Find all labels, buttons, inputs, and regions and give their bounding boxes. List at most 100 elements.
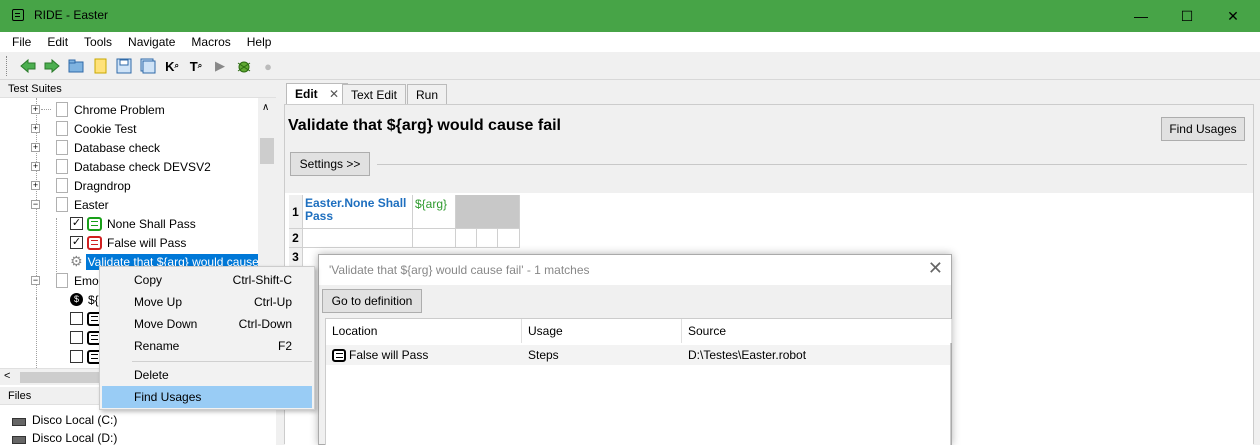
test-checkbox[interactable] <box>70 312 83 325</box>
result-source: D:\Testes\Easter.robot <box>688 348 807 362</box>
tab-edit[interactable]: Edit ✕ <box>286 83 349 105</box>
menu-macros[interactable]: Macros <box>183 32 238 52</box>
context-item-rename[interactable]: Rename F2 <box>102 335 312 357</box>
test-icon <box>332 348 346 362</box>
tree-node[interactable]: − Emo <box>31 271 99 290</box>
grid-cell[interactable] <box>477 229 498 248</box>
grid-cell-argument[interactable]: ${arg} <box>413 195 456 229</box>
menu-item-label: Copy <box>134 273 163 287</box>
file-icon <box>56 273 68 288</box>
tree-node-label: Database check DEVSV2 <box>74 159 211 174</box>
forward-arrow-icon[interactable] <box>44 58 60 74</box>
menu-bar: File Edit Tools Navigate Macros Help <box>0 32 1260 52</box>
tab-text-edit[interactable]: Text Edit <box>342 84 407 104</box>
tab-run[interactable]: Run <box>407 84 448 104</box>
toolbar: K ⌕ T ⌕ ▶ ● <box>0 52 1260 80</box>
context-item-delete[interactable]: Delete <box>102 364 312 386</box>
save-icon[interactable] <box>116 58 132 74</box>
drive-label: Disco Local (D:) <box>32 431 118 445</box>
menu-edit[interactable]: Edit <box>39 32 76 52</box>
tree-node[interactable]: + Dragndrop <box>31 176 131 195</box>
test-checkbox[interactable]: ✓ <box>70 217 83 230</box>
test-checkbox[interactable]: ✓ <box>70 236 83 249</box>
menu-item-shortcut: F2 <box>277 339 292 353</box>
minimize-button[interactable]: — <box>1118 0 1164 32</box>
tab-label: Run <box>416 88 439 102</box>
search-tests-icon[interactable]: T ⌕ <box>188 58 204 74</box>
grid-cell-empty[interactable] <box>456 195 520 229</box>
settings-button[interactable]: Settings >> <box>290 152 370 176</box>
go-to-definition-button[interactable]: Go to definition <box>322 289 422 313</box>
close-tab-icon[interactable]: ✕ <box>329 87 339 101</box>
expand-icon[interactable]: + <box>31 162 40 171</box>
column-header-source[interactable]: Source <box>682 319 952 343</box>
stop-icon[interactable]: ● <box>260 58 276 74</box>
test-checkbox[interactable] <box>70 331 83 344</box>
expand-icon[interactable]: + <box>31 105 40 114</box>
test-checkbox[interactable] <box>70 350 83 363</box>
grid-cell[interactable] <box>456 229 477 248</box>
row-number[interactable]: 1 <box>289 195 303 229</box>
dialog-close-icon[interactable]: ✕ <box>928 258 943 279</box>
open-folder-icon[interactable] <box>68 58 84 74</box>
minimize-icon: — <box>1134 8 1148 24</box>
context-item-move-down[interactable]: Move Down Ctrl-Down <box>102 313 312 335</box>
title-bar: RIDE - Easter — ☐ ✕ <box>0 0 1260 32</box>
collapse-icon[interactable]: − <box>31 200 40 209</box>
tree-node-easter[interactable]: − Easter <box>31 195 109 214</box>
usages-results-list: Location Usage Source False will Pass St… <box>325 318 952 445</box>
close-window-button[interactable]: ✕ <box>1210 0 1256 32</box>
tree-node[interactable]: + Chrome Problem <box>31 100 165 119</box>
back-arrow-icon[interactable] <box>20 58 36 74</box>
tree-node[interactable]: + Database check DEVSV2 <box>31 157 211 176</box>
scroll-left-icon[interactable]: < <box>4 370 10 382</box>
test-failed-icon <box>87 235 102 250</box>
result-location-label: False will Pass <box>349 348 429 362</box>
find-usages-button[interactable]: Find Usages <box>1161 117 1245 141</box>
new-file-icon[interactable] <box>92 58 108 74</box>
files-panel: Disco Local (C:) Disco Local (D:) <box>0 407 276 445</box>
menu-navigate[interactable]: Navigate <box>120 32 183 52</box>
test-case-node[interactable]: ✓ None Shall Pass <box>70 214 196 233</box>
search-keywords-icon[interactable]: K ⌕ <box>164 58 180 74</box>
collapse-icon[interactable]: − <box>31 276 40 285</box>
tree-node[interactable]: + Database check <box>31 138 160 157</box>
drive-item[interactable]: Disco Local (C:) <box>12 413 117 427</box>
context-item-move-up[interactable]: Move Up Ctrl-Up <box>102 291 312 313</box>
grid-cell[interactable] <box>498 229 520 248</box>
scroll-up-icon[interactable]: ∧ <box>262 102 269 113</box>
app-icon <box>12 9 24 21</box>
settings-divider <box>377 164 1247 165</box>
grid-cell[interactable] <box>303 229 413 248</box>
toolbar-grip[interactable] <box>6 56 9 76</box>
menu-item-shortcut: Ctrl-Shift-C <box>232 273 292 287</box>
menu-tools[interactable]: Tools <box>76 32 120 52</box>
expand-icon[interactable]: + <box>31 181 40 190</box>
expand-icon[interactable]: + <box>31 143 40 152</box>
grid-cell[interactable] <box>413 229 456 248</box>
bug-icon[interactable] <box>236 58 252 74</box>
menu-item-label: Delete <box>134 368 169 382</box>
context-item-find-usages[interactable]: Find Usages <box>102 386 312 408</box>
context-menu: Copy Ctrl-Shift-C Move Up Ctrl-Up Move D… <box>99 266 315 410</box>
context-item-copy[interactable]: Copy Ctrl-Shift-C <box>102 269 312 291</box>
tree-node-label: Chrome Problem <box>74 102 165 117</box>
column-header-usage[interactable]: Usage <box>522 319 682 343</box>
save-all-icon[interactable] <box>140 58 156 74</box>
expand-icon[interactable]: + <box>31 124 40 133</box>
test-case-node[interactable]: ✓ False will Pass <box>70 233 186 252</box>
column-header-location[interactable]: Location <box>326 319 522 343</box>
grid-cell-keyword[interactable]: Easter.None Shall Pass <box>303 195 413 229</box>
tree-node[interactable]: + Cookie Test <box>31 119 136 138</box>
menu-help[interactable]: Help <box>239 32 280 52</box>
run-icon[interactable]: ▶ <box>212 58 228 74</box>
row-number[interactable]: 2 <box>289 229 303 248</box>
drive-label: Disco Local (C:) <box>32 413 118 427</box>
menu-file[interactable]: File <box>4 32 39 52</box>
drive-item[interactable]: Disco Local (D:) <box>12 431 117 445</box>
tree-node-label: ${ <box>88 292 99 307</box>
maximize-button[interactable]: ☐ <box>1164 0 1210 32</box>
scroll-thumb[interactable] <box>260 138 274 164</box>
variable-node[interactable]: $ ${ <box>70 290 99 309</box>
row-number[interactable]: 3 <box>289 248 303 267</box>
